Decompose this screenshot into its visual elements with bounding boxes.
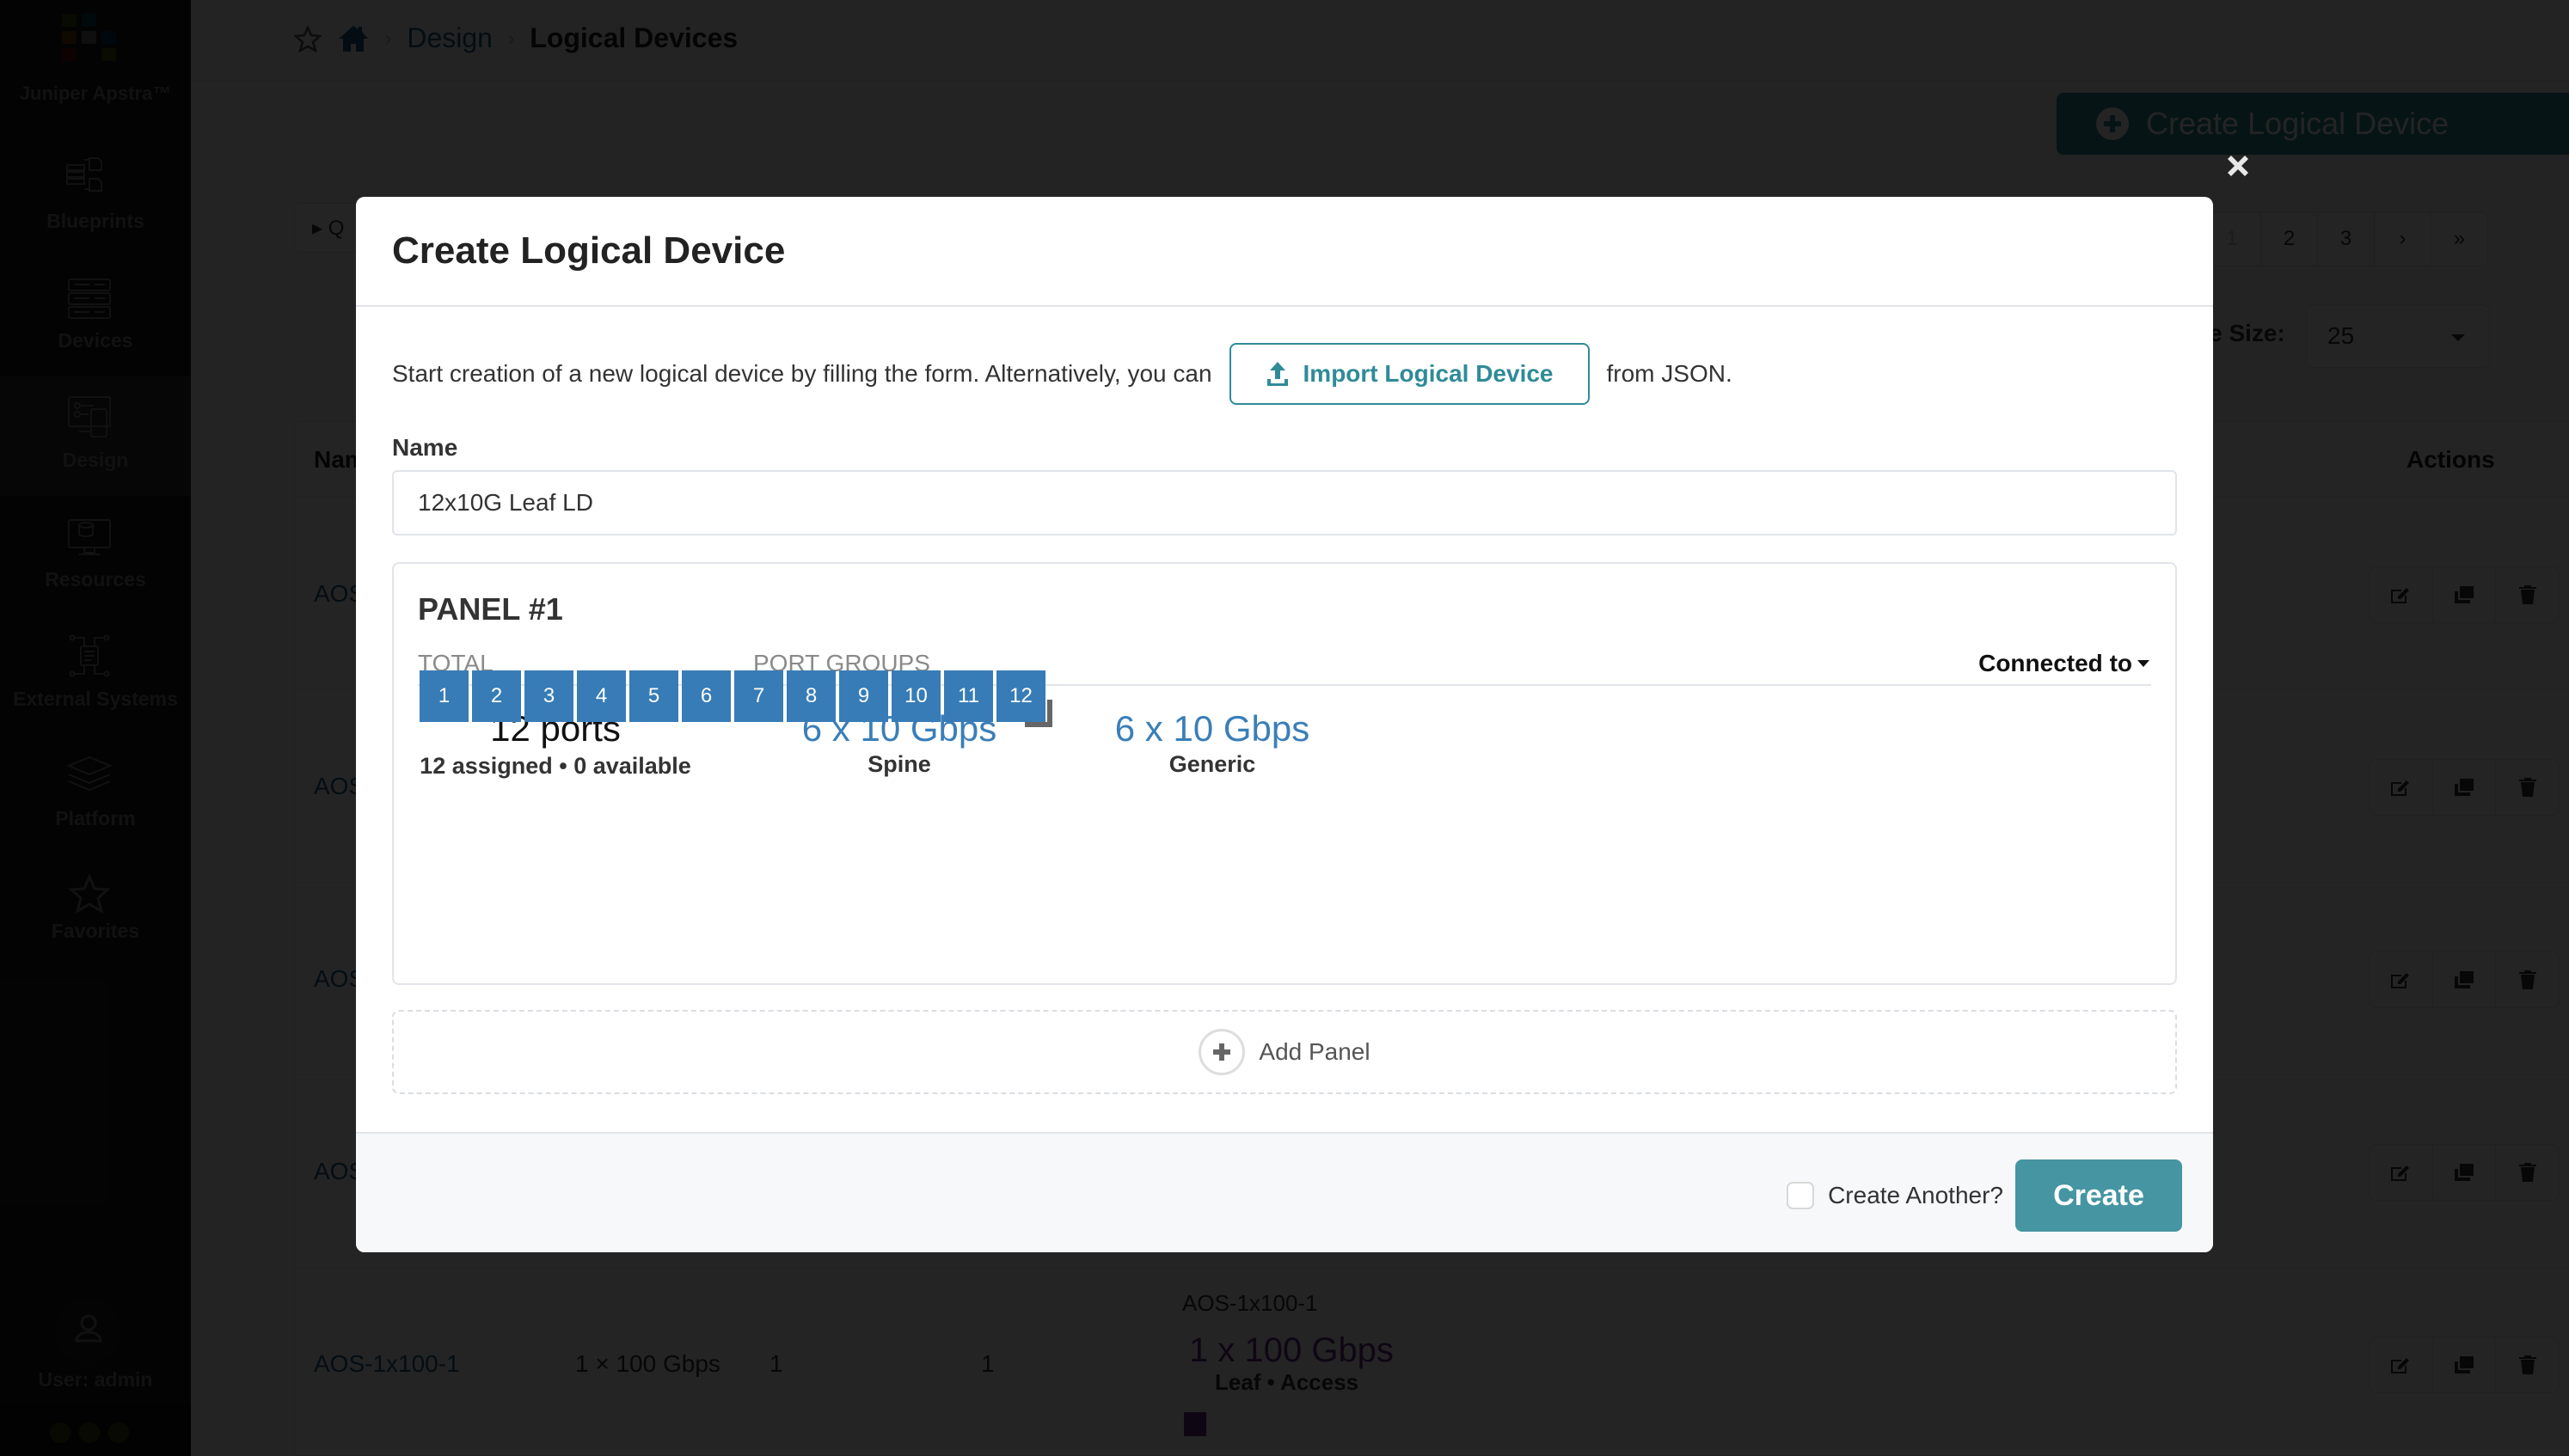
port-7[interactable]: 7 bbox=[734, 670, 783, 722]
port-6[interactable]: 6 bbox=[682, 670, 731, 722]
intro-before: Start creation of a new logical device b… bbox=[392, 360, 1212, 387]
port-group-role: Spine bbox=[868, 751, 931, 777]
port-11[interactable]: 11 bbox=[944, 670, 993, 722]
port-4[interactable]: 4 bbox=[577, 670, 626, 722]
intro-text: Start creation of a new logical device b… bbox=[392, 343, 1732, 405]
create-logical-device-modal: Create Logical Device Start creation of … bbox=[356, 197, 2213, 1252]
modal-header: Create Logical Device bbox=[356, 197, 2213, 307]
panel-title: PANEL #1 bbox=[418, 591, 563, 627]
port-9[interactable]: 9 bbox=[839, 670, 888, 722]
create-another-toggle[interactable]: Create Another? bbox=[1787, 1182, 2003, 1209]
port-3[interactable]: 3 bbox=[524, 670, 573, 722]
upload-icon bbox=[1266, 362, 1288, 386]
plus-circle-icon bbox=[1199, 1029, 1246, 1075]
import-logical-device-button[interactable]: Import Logical Device bbox=[1229, 343, 1590, 405]
port-2[interactable]: 2 bbox=[472, 670, 521, 722]
name-input[interactable] bbox=[392, 470, 2177, 535]
import-button-label: Import Logical Device bbox=[1303, 360, 1554, 387]
create-another-label: Create Another? bbox=[1828, 1182, 2003, 1208]
port-1[interactable]: 1 bbox=[420, 670, 469, 722]
connected-to-label: Connected to bbox=[1978, 650, 2132, 676]
resize-handle[interactable] bbox=[1025, 700, 1052, 727]
panel-card: PANEL #1 TOTAL PORT GROUPS Connected to … bbox=[392, 562, 2177, 985]
create-another-checkbox[interactable] bbox=[1787, 1182, 1815, 1209]
connected-to-dropdown[interactable]: Connected to bbox=[1978, 650, 2149, 677]
add-panel-button[interactable]: Add Panel bbox=[392, 1010, 2177, 1094]
modal-footer: Create Another? Create bbox=[356, 1132, 2213, 1252]
close-icon[interactable] bbox=[2223, 151, 2253, 180]
intro-after: from JSON. bbox=[1606, 360, 1732, 387]
port-5[interactable]: 5 bbox=[629, 670, 678, 722]
port-group[interactable]: 6 x 10 Gbps Generic bbox=[1083, 708, 1341, 778]
total-ports-summary: 12 assigned • 0 available bbox=[420, 753, 691, 779]
port-8[interactable]: 8 bbox=[787, 670, 836, 722]
port-group-speed: 6 x 10 Gbps bbox=[1114, 708, 1310, 749]
add-panel-label: Add Panel bbox=[1259, 1038, 1370, 1065]
port-grid: 1 2 3 4 5 6 7 8 9 10 11 12 bbox=[420, 670, 1045, 722]
port-group-role: Generic bbox=[1168, 751, 1256, 777]
port-10[interactable]: 10 bbox=[892, 670, 941, 722]
name-label: Name bbox=[392, 434, 458, 461]
modal-title: Create Logical Device bbox=[392, 229, 786, 272]
create-button[interactable]: Create bbox=[2015, 1159, 2182, 1232]
caret-down-icon bbox=[2137, 660, 2149, 667]
